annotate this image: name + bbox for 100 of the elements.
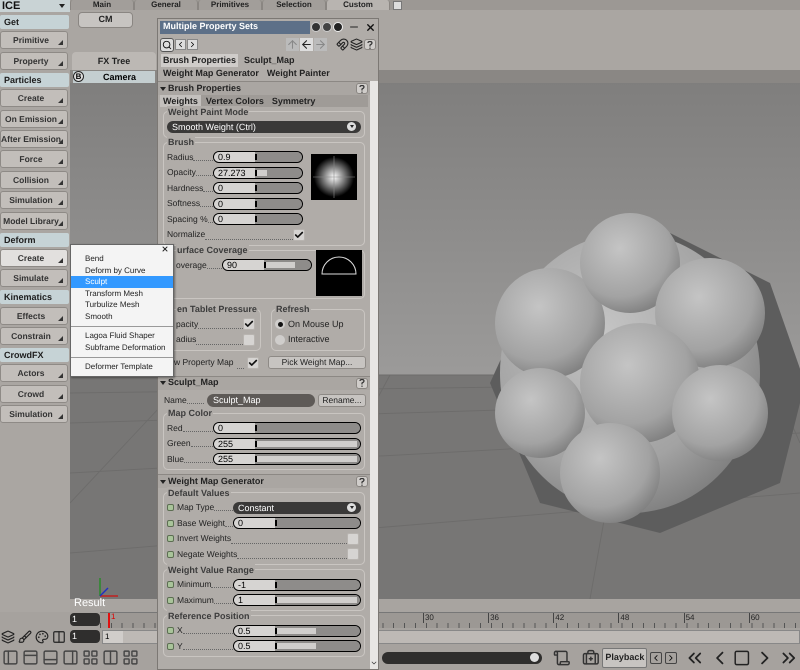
animation-marker-icon[interactable] (167, 581, 174, 588)
value-input[interactable]: 0 (214, 198, 255, 209)
scrollbar[interactable] (370, 81, 378, 669)
menu-item[interactable]: Bend (71, 253, 173, 264)
viewport-badge[interactable]: B (73, 71, 84, 82)
dropdown[interactable]: Constant (233, 502, 361, 514)
animation-marker-icon[interactable] (167, 520, 174, 527)
slider-field[interactable]: 0.5 (233, 640, 361, 652)
animation-marker-icon[interactable] (167, 596, 174, 604)
slider-field[interactable]: 0 (233, 517, 361, 530)
shelf-tab[interactable]: General (134, 0, 198, 10)
menu-item[interactable]: Transform Mesh (71, 288, 173, 299)
menu-item[interactable]: Subframe Deformation (71, 342, 173, 353)
slider-field[interactable]: 0 (213, 213, 303, 226)
slider-field[interactable]: 90 (222, 259, 312, 272)
animation-marker-icon[interactable] (167, 550, 174, 558)
dropdown[interactable]: Smooth Weight (Ctrl) (167, 120, 361, 133)
menu-item[interactable]: Turbulize Mesh (71, 299, 173, 310)
frame-field[interactable]: 1 (70, 613, 100, 626)
toolbar-button[interactable]: Effects (0, 306, 68, 325)
property-tab[interactable]: Weight Map Generator (161, 67, 261, 80)
magnet-icon[interactable] (336, 38, 349, 51)
panel-button[interactable]: Rename... (318, 394, 366, 407)
property-tab[interactable]: Weight Painter (264, 67, 332, 80)
slider-field[interactable]: -1 (233, 578, 361, 591)
layout-icon[interactable] (42, 649, 59, 666)
animation-marker-icon[interactable] (167, 642, 174, 650)
value-input[interactable]: 0 (214, 183, 255, 194)
help-icon[interactable] (364, 39, 376, 50)
shelf-tab[interactable]: Selection (262, 0, 326, 10)
menu-item[interactable]: Deform by Curve (71, 264, 173, 276)
value-input[interactable]: 0.5 (234, 641, 275, 652)
section-header[interactable]: Weight Map Generator (158, 474, 370, 488)
checkbox[interactable] (293, 228, 305, 241)
checkbox[interactable] (243, 334, 255, 346)
layout-icon[interactable] (22, 649, 39, 666)
value-input[interactable]: 255 (214, 454, 255, 464)
toolbox-icon[interactable] (582, 648, 600, 666)
close-icon[interactable] (161, 245, 169, 253)
dropdown[interactable] (382, 652, 542, 664)
name-input[interactable]: Sculpt_Map (207, 394, 315, 407)
slider-field[interactable]: 255 (213, 453, 361, 466)
value-input[interactable]: -1 (234, 580, 275, 590)
shelf-tab[interactable]: Primitives (198, 0, 262, 10)
slider-field[interactable]: 27.273 (213, 166, 303, 179)
columns-icon[interactable] (52, 630, 66, 644)
animation-marker-icon[interactable] (167, 504, 174, 512)
value-input[interactable]: 0 (234, 518, 275, 528)
toolbar-button[interactable]: Simulation (0, 405, 68, 424)
value-input[interactable]: 0 (214, 214, 255, 224)
subtab[interactable]: Vertex Colors (202, 95, 267, 107)
toolbar-button[interactable]: Create (0, 248, 68, 267)
value-input[interactable]: 1 (234, 595, 275, 606)
menu-item[interactable]: Deformer Template (71, 361, 173, 372)
playhead-marker[interactable] (108, 613, 110, 628)
close-icon[interactable] (365, 22, 376, 32)
layout-icon[interactable] (82, 649, 99, 666)
slider-field[interactable]: 255 (213, 438, 361, 450)
previous-key-icon[interactable] (650, 652, 662, 664)
toolbar-button[interactable]: Create (0, 89, 68, 108)
frame-field[interactable]: 1 (70, 630, 100, 643)
radio-button[interactable] (275, 319, 285, 330)
section-header[interactable]: Brush Properties (158, 81, 370, 95)
toolbar-button[interactable]: Simulate (0, 269, 68, 288)
toolbar-button[interactable]: Constrain (0, 327, 68, 346)
toolbar-button[interactable]: On Emission (0, 110, 68, 128)
help-icon[interactable] (356, 83, 368, 94)
slider-field[interactable]: 0 (213, 198, 303, 210)
toolbar-button[interactable]: Collision (0, 170, 68, 189)
menu-item[interactable]: Lagoa Fluid Shaper (71, 330, 173, 342)
section-header[interactable]: Sculpt_Map (158, 376, 370, 390)
checkbox[interactable] (347, 532, 359, 545)
property-tab[interactable]: Sculpt_Map (242, 54, 297, 67)
toolbar-button[interactable]: Property (0, 52, 68, 70)
palette-icon[interactable] (35, 630, 49, 644)
value-input[interactable]: 0.5 (234, 626, 275, 636)
toolbar-button[interactable]: Model Library (0, 212, 68, 230)
help-icon[interactable] (356, 476, 368, 487)
layout-icon[interactable] (102, 649, 119, 666)
slider-field[interactable]: 0.9 (213, 151, 303, 164)
checkbox[interactable] (347, 548, 359, 560)
stop-icon[interactable] (733, 648, 751, 666)
playback-button[interactable]: Playback (602, 648, 648, 668)
value-input[interactable]: 255 (214, 438, 255, 449)
checkbox[interactable] (243, 318, 255, 330)
toolbar-selector[interactable]: ICE (0, 0, 70, 12)
slider-field[interactable]: 0 (213, 422, 361, 434)
shelf-tab[interactable]: Custom (326, 0, 390, 10)
toolbar-button[interactable]: After Emission (0, 130, 68, 148)
toolbar-button[interactable]: Actors (0, 364, 68, 382)
fx-tree-tab[interactable]: FX Tree (72, 52, 156, 70)
slider-field[interactable]: 0 (213, 182, 303, 194)
help-icon[interactable] (356, 378, 368, 388)
radio-button[interactable] (275, 334, 285, 345)
brush-icon[interactable] (18, 630, 32, 644)
shelf-button[interactable]: CM (78, 12, 133, 28)
toolbar-button[interactable]: Force (0, 150, 68, 168)
layout-icon[interactable] (2, 649, 19, 666)
value-input[interactable]: 90 (223, 260, 264, 270)
animation-marker-icon[interactable] (167, 627, 174, 634)
